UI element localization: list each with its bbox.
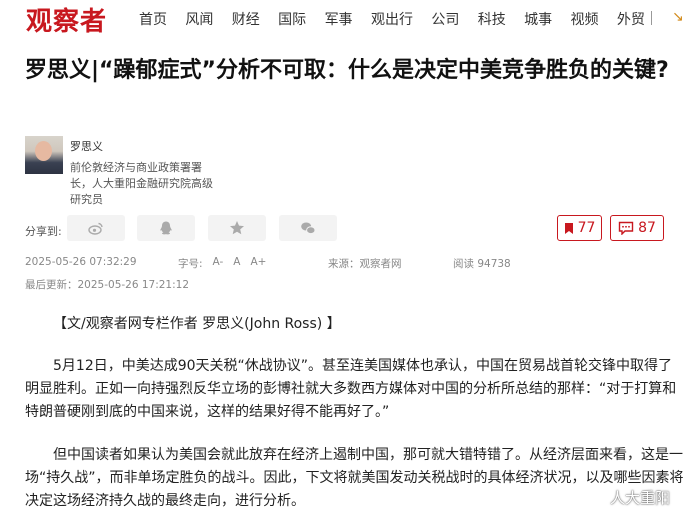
share-weibo-button[interactable] <box>67 215 125 241</box>
bookmark-icon <box>564 222 573 234</box>
font-size-control: 字号: A- A A+ <box>178 256 276 271</box>
nav-item-tech[interactable]: 科技 <box>478 9 506 29</box>
nav-item-international[interactable]: 国际 <box>278 9 306 29</box>
nav-item-trade[interactable]: 外贸 <box>617 9 645 29</box>
qq-icon <box>160 221 172 235</box>
weibo-watermark: 人大重阳 <box>586 487 670 508</box>
nav-item-military[interactable]: 军事 <box>325 9 353 29</box>
article-title: 罗思义|“躁郁症式”分析不可取：什么是决定中美竞争胜负的关键? <box>25 58 669 83</box>
comments-count: 87 <box>638 220 656 236</box>
qzone-icon <box>230 221 244 235</box>
wechat-icon <box>301 222 316 235</box>
last-updated: 最后更新：2025-05-26 17:21:12 <box>25 279 190 291</box>
nav-item-city[interactable]: 城事 <box>524 9 552 29</box>
font-size-decrease[interactable]: A- <box>213 256 224 271</box>
nav-item-fengwen[interactable]: 风闻 <box>185 9 213 29</box>
comment-icon <box>618 221 634 235</box>
article-source: 来源：观察者网 <box>328 258 402 270</box>
nav-divider <box>651 11 652 25</box>
nav-more-icon[interactable]: ↘ <box>672 9 684 25</box>
article-byline: 【文/观察者网专栏作者 罗思义(John Ross) 】 <box>53 316 341 332</box>
article-paragraph: 5月12日，中美达成90天关税“休战协议”。甚至连美国媒体也承认，中国在贸易战首… <box>25 358 677 420</box>
share-label: 分享到: <box>25 225 62 238</box>
weibo-icon <box>586 491 605 506</box>
publish-time: 2025-05-26 07:32:29 <box>25 256 137 268</box>
favorite-button[interactable]: 77 <box>557 215 602 241</box>
font-size-normal[interactable]: A <box>233 256 240 271</box>
author-bio: 前伦敦经济与商业政策署署长，人大重阳金融研究院高级研究员 <box>70 161 213 206</box>
nav-item-home[interactable]: 首页 <box>139 9 167 29</box>
top-navigation-bar: 观察者 首页 风闻 财经 国际 军事 观出行 公司 科技 城事 视频 外贸 ↘ <box>0 0 700 38</box>
site-logo[interactable]: 观察者 <box>26 1 107 38</box>
nav-item-video[interactable]: 视频 <box>571 9 599 29</box>
watermark-text: 人大重阳 <box>610 489 671 507</box>
nav-item-travel[interactable]: 观出行 <box>371 9 413 29</box>
weibo-icon <box>88 222 103 235</box>
share-wechat-button[interactable] <box>279 215 337 241</box>
font-size-increase[interactable]: A+ <box>250 256 266 271</box>
view-count: 阅读 94738 <box>453 258 511 270</box>
author-avatar[interactable] <box>25 136 63 174</box>
comments-button[interactable]: 87 <box>610 215 664 241</box>
nav-item-company[interactable]: 公司 <box>431 9 459 29</box>
share-qzone-button[interactable] <box>208 215 266 241</box>
share-qq-button[interactable] <box>137 215 195 241</box>
nav-item-finance[interactable]: 财经 <box>232 9 260 29</box>
font-size-label: 字号: <box>178 258 203 270</box>
favorites-count: 77 <box>577 220 596 236</box>
main-nav: 首页 风闻 财经 国际 军事 观出行 公司 科技 城事 视频 外贸 <box>139 9 663 29</box>
author-name[interactable]: 罗思义 <box>70 138 103 154</box>
